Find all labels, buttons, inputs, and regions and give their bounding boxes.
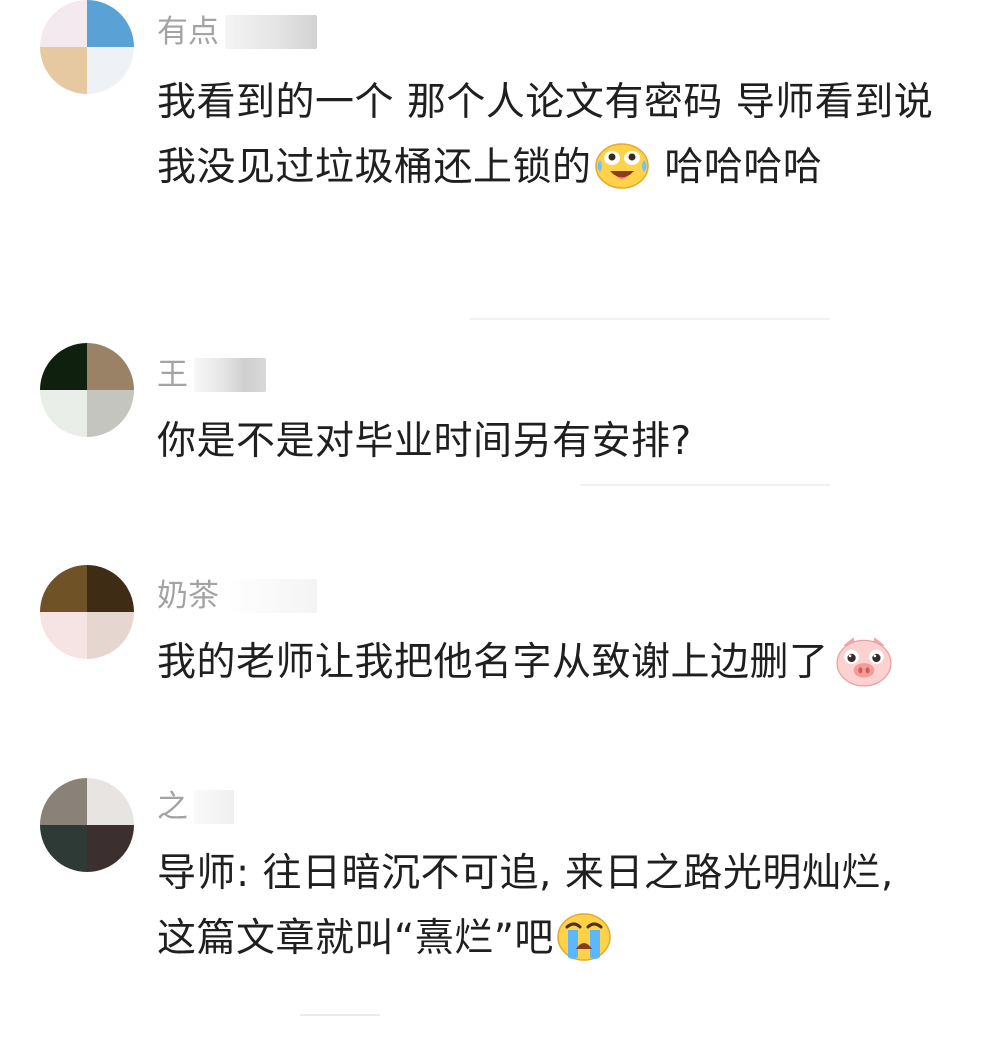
comment-text-part: 导师: 往日暗沉不可追, 来日之路光明灿烂, 这篇文章就叫“熹烂”吧 [157,851,907,961]
avatar[interactable] [40,0,134,94]
pig-face-emoji [835,637,892,687]
username[interactable]: 奶茶 [157,580,219,612]
comment-text-part: 我看到的一个 那个人论文有密码 导师看到说 我没见过垃圾桶还上锁的 [157,80,947,190]
username-row[interactable]: 之 [157,783,234,831]
comment-text-part: 哈哈哈哈 [651,145,823,190]
laugh-cry-emoji [594,143,649,189]
comment-text: 你是不是对毕业时间另有安排? [157,409,957,474]
comment-text-part: 你是不是对毕业时间另有安排? [157,419,692,464]
username-blur-mask [225,579,317,613]
username[interactable]: 之 [157,791,188,823]
username-row[interactable]: 有点 [157,8,317,56]
username-blur-mask [194,358,266,392]
comment-text: 导师: 往日暗沉不可追, 来日之路光明灿烂, 这篇文章就叫“熹烂”吧 [157,841,937,971]
avatar[interactable] [40,343,134,437]
avatar[interactable] [40,778,134,872]
username-blur-mask [194,790,234,824]
divider [300,1014,380,1016]
username-blur-mask [225,15,317,49]
comment-text: 我看到的一个 那个人论文有密码 导师看到说 我没见过垃圾桶还上锁的 哈哈哈哈 [157,70,957,200]
username-row[interactable]: 王 [157,351,266,399]
username[interactable]: 王 [157,359,188,391]
username-row[interactable]: 奶茶 [157,572,317,620]
divider [470,318,830,320]
divider [580,484,830,486]
avatar[interactable] [40,565,134,659]
crying-face-emoji [557,913,611,961]
username[interactable]: 有点 [157,16,219,48]
comment-text: 我的老师让我把他名字从致谢上边删了 [157,630,957,695]
comment-text-part: 我的老师让我把他名字从致谢上边删了 [157,640,829,685]
